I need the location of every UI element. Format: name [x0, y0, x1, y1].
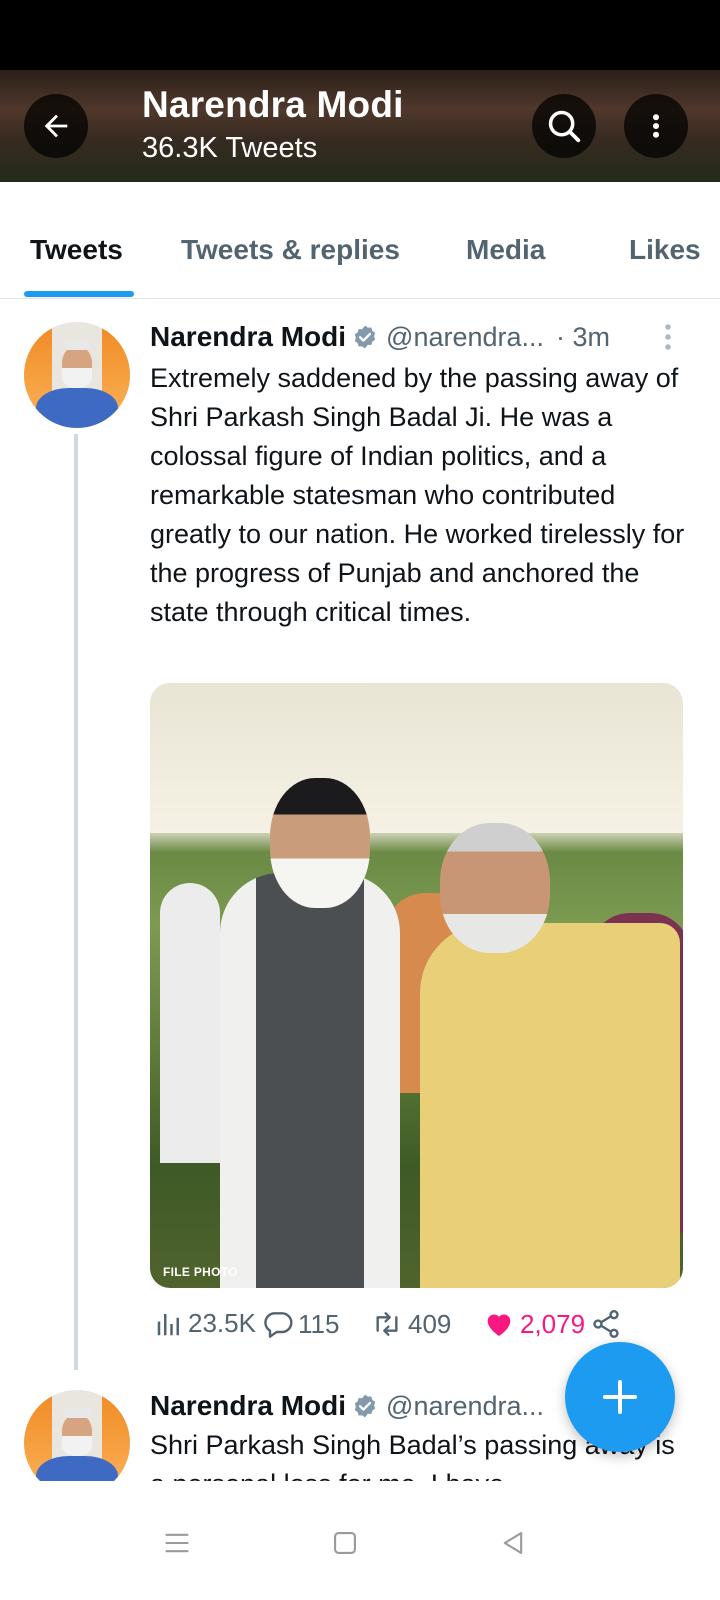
- menu-icon: [165, 1533, 189, 1553]
- triangle-back-icon: [503, 1532, 523, 1554]
- tab-media[interactable]: Media: [466, 234, 545, 266]
- home-nav-button[interactable]: [325, 1523, 365, 1563]
- compose-tweet-button[interactable]: [565, 1342, 675, 1452]
- more-vertical-icon: [653, 114, 659, 138]
- profile-header: Narendra Modi 36.3K Tweets: [0, 70, 720, 182]
- reply-button[interactable]: 115: [262, 1308, 339, 1340]
- views-count: 23.5K: [188, 1308, 256, 1338]
- like-button[interactable]: 2,079: [482, 1308, 585, 1340]
- tweet-count: 36.3K Tweets: [142, 132, 318, 164]
- tweet-header: Narendra Modi @narendra...: [150, 1386, 544, 1426]
- verified-badge-icon: [352, 1393, 378, 1419]
- retweet-count: 409: [408, 1308, 452, 1339]
- share-button[interactable]: [590, 1308, 626, 1340]
- author-handle[interactable]: @narendra...: [386, 322, 544, 353]
- tweet-more-button[interactable]: [662, 322, 674, 357]
- author-name[interactable]: Narendra Modi: [150, 1390, 346, 1422]
- square-icon: [334, 1532, 356, 1554]
- avatar[interactable]: [24, 1390, 130, 1481]
- tweet-time: · 3m: [556, 321, 611, 352]
- tab-likes[interactable]: Likes: [629, 234, 701, 266]
- back-nav-button[interactable]: [493, 1523, 533, 1563]
- profile-name: Narendra Modi: [142, 84, 404, 125]
- retweet-button[interactable]: 409: [370, 1308, 451, 1340]
- author-handle[interactable]: @narendra...: [386, 1391, 544, 1422]
- more-options-button[interactable]: [624, 94, 688, 158]
- tweet-text: Extremely saddened by the passing away o…: [150, 363, 685, 627]
- header-faded-bleed: [120, 168, 127, 182]
- tweet-header: Narendra Modi @narendra... · 3m: [150, 317, 610, 357]
- views-button[interactable]: 23.5K: [154, 1308, 256, 1339]
- analytics-icon: [154, 1309, 184, 1339]
- profile-tabs: Tweets Tweets & replies Media Likes: [0, 182, 720, 299]
- heart-filled-icon: [482, 1308, 516, 1340]
- like-count: 2,079: [520, 1308, 586, 1339]
- back-button[interactable]: [24, 94, 88, 158]
- system-navigation-bar: [0, 1481, 720, 1600]
- more-vertical-icon: [665, 324, 671, 350]
- retweet-icon: [370, 1308, 404, 1340]
- photo-caption: FILE PHOTO: [163, 1265, 238, 1279]
- reply-count: 115: [298, 1308, 340, 1339]
- verified-badge-icon: [352, 324, 378, 350]
- share-icon: [590, 1308, 622, 1340]
- avatar[interactable]: [24, 322, 130, 428]
- status-bar: [0, 0, 720, 70]
- tab-tweets[interactable]: Tweets: [30, 234, 123, 266]
- menu-nav-button[interactable]: [157, 1523, 197, 1563]
- search-icon: [548, 110, 581, 143]
- search-button[interactable]: [532, 94, 596, 158]
- author-name[interactable]: Narendra Modi: [150, 321, 346, 353]
- reply-icon: [262, 1308, 294, 1340]
- tab-tweets-and-replies[interactable]: Tweets & replies: [181, 234, 400, 266]
- tweet-photo[interactable]: FILE PHOTO: [150, 683, 683, 1288]
- active-tab-indicator: [24, 291, 134, 297]
- arrow-left-icon: [44, 114, 68, 138]
- plus-icon: [603, 1380, 637, 1414]
- thread-line: [74, 434, 78, 1384]
